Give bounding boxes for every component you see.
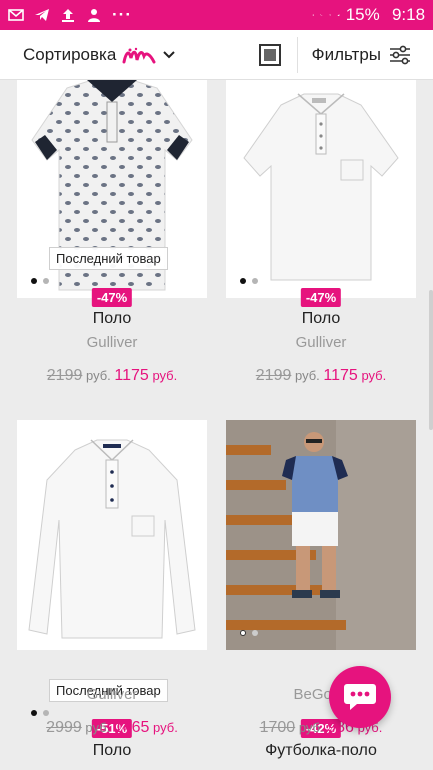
sort-label: Сортировка <box>23 44 117 64</box>
clock: 9:18 <box>391 5 426 24</box>
sort-button[interactable]: Сортировка <box>0 30 243 79</box>
signal-icon <box>337 13 340 17</box>
status-bar: ··· 15% 9:18 <box>0 0 433 30</box>
image-pager <box>31 710 49 716</box>
new-price: 1465 <box>113 719 150 736</box>
pager-dot-active <box>240 630 246 636</box>
product-image[interactable] <box>226 420 416 650</box>
product-card[interactable]: -42% Футболка-поло <box>226 420 416 770</box>
brand-logo-icon <box>122 47 156 63</box>
view-toggle-button[interactable] <box>243 30 297 79</box>
old-price: 2199 <box>46 367 83 384</box>
discount-badge: -47% <box>91 288 133 307</box>
old-price: 2999 <box>46 719 82 736</box>
upload-icon <box>62 9 74 22</box>
new-price-currency: руб. <box>361 368 387 383</box>
more-notifications: ··· <box>112 5 132 24</box>
product-card[interactable]: Последний товар -47% Поло Gulliver 2199 … <box>17 80 207 390</box>
old-price-currency: руб. <box>85 720 111 735</box>
filters-button[interactable]: Фильтры <box>298 30 433 79</box>
pager-dot <box>43 278 49 284</box>
product-image[interactable] <box>17 420 207 650</box>
call-icon <box>320 14 323 16</box>
product-image[interactable] <box>226 80 416 298</box>
image-pager <box>31 278 49 284</box>
product-brand: Gulliver <box>86 334 138 351</box>
filter-sliders-icon <box>390 45 410 64</box>
product-prices: 2199 руб. 1175 руб. <box>226 367 416 385</box>
catalog-toolbar: Сортировка Фильтры <box>0 30 433 80</box>
pager-dot <box>252 278 258 284</box>
image-pager <box>240 630 258 636</box>
product-brand: Gulliver <box>295 334 347 351</box>
status-bar-system: 15% 9:18 <box>312 5 425 25</box>
image-pager <box>240 278 258 284</box>
wifi-icon <box>328 14 332 16</box>
product-brand: Gulliver <box>86 686 138 703</box>
polo-shirt-white-image <box>226 80 416 298</box>
new-price: 1175 <box>323 367 358 384</box>
product-prices: 2199 руб. 1175 руб. <box>17 367 207 385</box>
pager-dot-active <box>240 278 246 284</box>
chat-bubble-icon <box>344 684 376 710</box>
old-price: 2199 <box>255 367 292 384</box>
chevron-down-icon <box>163 50 176 58</box>
filters-label: Фильтры <box>311 44 381 64</box>
product-name[interactable]: Поло <box>17 742 207 760</box>
grid-view-icon <box>258 43 281 66</box>
status-bar-notifications: ··· <box>8 5 312 25</box>
new-price: 1175 <box>114 367 149 384</box>
battery-percent: 15% <box>345 5 380 24</box>
pager-dot-active <box>31 710 37 716</box>
polo-shirt-long-sleeve-image <box>17 420 207 650</box>
discount-badge: -47% <box>300 288 342 307</box>
old-price-currency: руб. <box>298 720 324 735</box>
last-item-badge: Последний товар <box>49 247 168 270</box>
old-price-currency: руб. <box>85 368 111 383</box>
person-icon <box>88 9 100 22</box>
old-price: 1700 <box>259 719 296 736</box>
new-price-currency: руб. <box>152 368 178 383</box>
model-wearing-polo-image <box>226 420 416 650</box>
pager-dot-active <box>31 278 37 284</box>
product-name[interactable]: Футболка-поло <box>226 742 416 760</box>
product-card[interactable]: -47% Поло Gulliver 2199 руб. 1175 руб. <box>226 80 416 390</box>
product-prices: 2999 руб. 1465 руб. <box>17 719 207 737</box>
bluetooth-icon <box>312 13 314 17</box>
envelope-icon <box>8 9 24 21</box>
old-price-currency: руб. <box>294 368 320 383</box>
product-name[interactable]: Поло <box>226 310 416 328</box>
scroll-edge-handle[interactable] <box>429 290 433 430</box>
telegram-icon <box>35 9 49 21</box>
product-name[interactable]: Поло <box>17 310 207 328</box>
pager-dot <box>43 710 49 716</box>
product-card[interactable]: Последний товар -51% Поло <box>17 420 207 770</box>
new-price-currency: руб. <box>153 720 178 735</box>
pager-dot <box>252 630 258 636</box>
chat-button[interactable] <box>329 666 391 728</box>
product-prices: 1700 руб. 986 руб. <box>226 719 416 737</box>
